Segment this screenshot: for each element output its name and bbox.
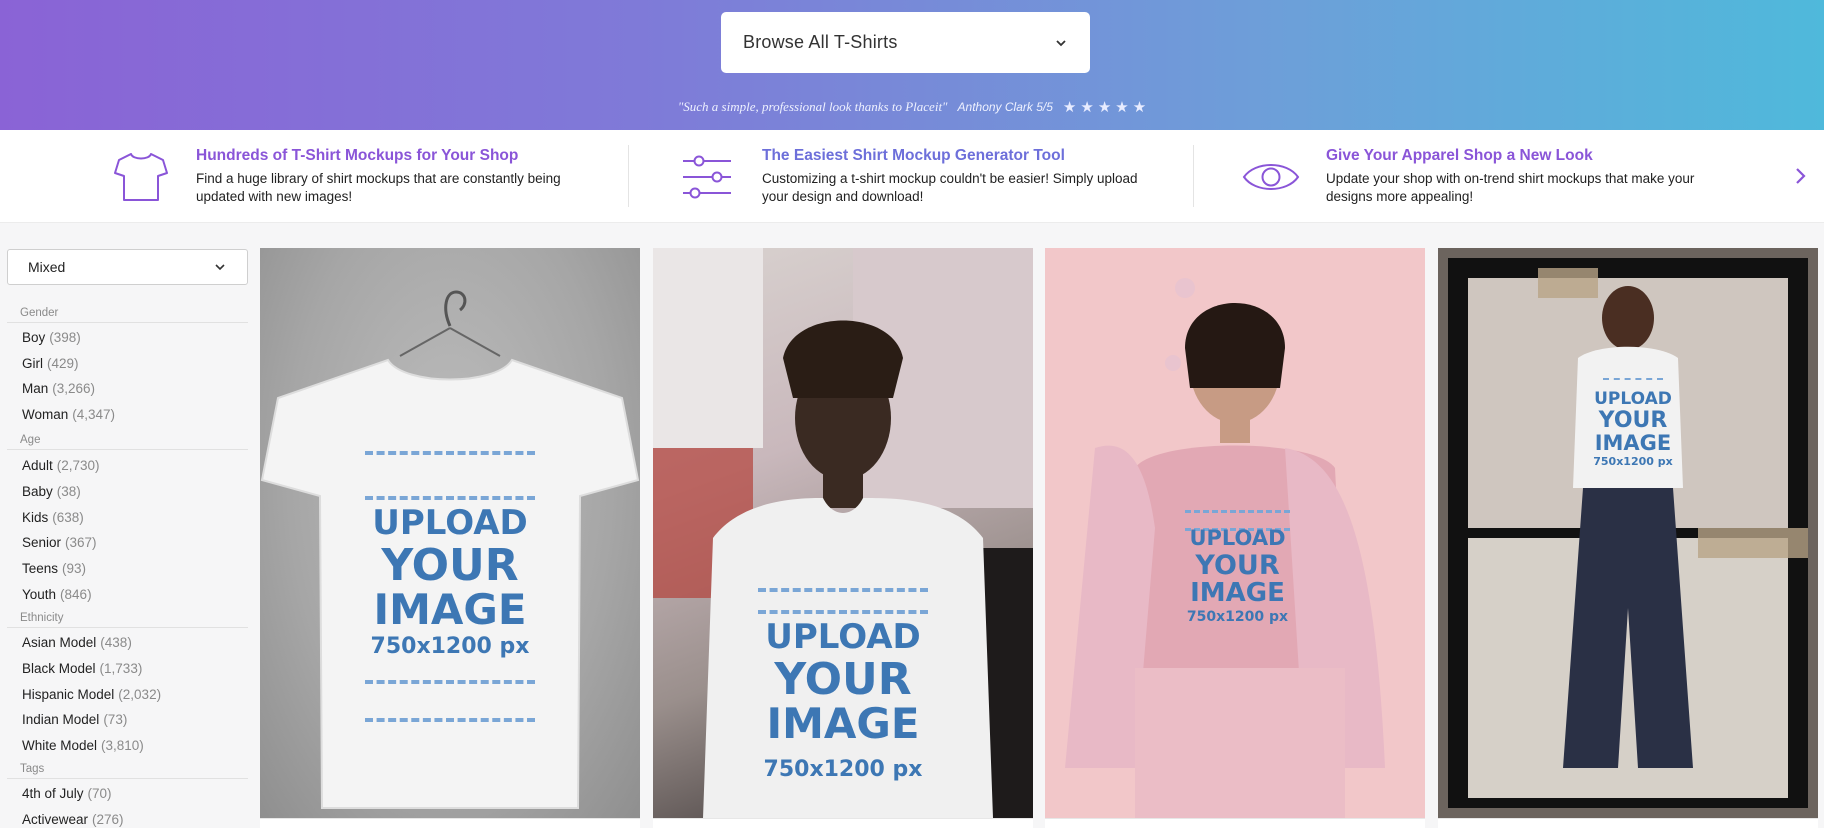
upload-line-4: 750x1200 px: [1186, 609, 1289, 625]
divider: [628, 145, 629, 207]
feature-text: Find a huge library of shirt mockups tha…: [196, 171, 561, 204]
filter-item[interactable]: Kids (638): [22, 510, 84, 525]
upload-line-4: 750x1200 px: [1593, 455, 1673, 468]
feature-title: Give Your Apparel Shop a New Look: [1326, 147, 1593, 164]
mockup-image: UPLOAD YOUR IMAGE 750x1200 px: [653, 248, 1033, 818]
upload-line-2: YOUR: [1195, 550, 1280, 581]
print-area-guide: [365, 680, 535, 684]
filter-item[interactable]: Youth (846): [22, 587, 92, 602]
browse-dropdown-label: Browse All T-Shirts: [743, 32, 898, 52]
upload-line-1: UPLOAD: [765, 617, 921, 657]
review-author: Anthony Clark 5/5: [957, 100, 1053, 114]
star-icon: ★: [1080, 99, 1094, 116]
filter-item[interactable]: Indian Model (73): [22, 712, 127, 727]
hero-banner: Browse All T-Shirts "Such a simple, prof…: [0, 0, 1824, 130]
sort-select[interactable]: Mixed: [7, 249, 248, 285]
filter-item[interactable]: Adult (2,730): [22, 458, 100, 473]
upload-line-2: YOUR: [381, 540, 519, 591]
filter-item[interactable]: 4th of July (70): [22, 786, 112, 801]
star-icon: ★: [1097, 99, 1112, 116]
sliders-icon: [683, 155, 731, 198]
mockup-card[interactable]: UPLOAD YOUR IMAGE 750x1200 px: [653, 248, 1033, 828]
feature-strip: Hundreds of T-Shirt Mockups for Your Sho…: [0, 130, 1824, 223]
upload-line-1: UPLOAD: [1594, 389, 1672, 409]
upload-line-1: UPLOAD: [372, 503, 528, 543]
feature-text: Customizing a t-shirt mockup couldn't be…: [762, 171, 1138, 204]
rating-stars: ★ ★ ★ ★ ★: [1063, 98, 1146, 116]
print-area-guide: [1185, 510, 1290, 513]
mockup-card[interactable]: UPLOAD YOUR IMAGE 750x1200 px: [1045, 248, 1425, 828]
print-area-guide: [758, 610, 928, 614]
mockup-image: UPLOAD YOUR IMAGE 750x1200 px: [260, 248, 640, 818]
upload-line-3: IMAGE: [1594, 431, 1672, 455]
mockup-card[interactable]: UPLOAD YOUR IMAGE 750x1200 px: [260, 248, 640, 828]
filter-item[interactable]: Asian Model (438): [22, 635, 132, 650]
star-icon: ★: [1062, 99, 1077, 116]
star-icon: ★: [1115, 99, 1129, 116]
filter-item[interactable]: White Model (3,810): [22, 738, 144, 753]
filter-heading-ethnicity: Ethnicity: [7, 612, 248, 628]
card-footer: [653, 818, 1033, 828]
chevron-down-icon: [1056, 39, 1066, 46]
upload-line-1: UPLOAD: [1189, 526, 1286, 550]
upload-line-3: IMAGE: [1190, 578, 1285, 608]
eye-icon: [1242, 163, 1300, 190]
upload-line-2: YOUR: [774, 654, 912, 705]
filter-heading-gender: Gender: [7, 307, 248, 323]
feature-item: Give Your Apparel Shop a New Look Update…: [1216, 130, 1706, 223]
filter-item[interactable]: Baby (38): [22, 484, 81, 499]
mockup-image: UPLOAD YOUR IMAGE 750x1200 px: [1438, 248, 1818, 818]
upload-line-3: IMAGE: [766, 699, 920, 748]
chevron-right-icon[interactable]: [1790, 166, 1810, 186]
card-footer: [1045, 818, 1425, 828]
collage-photo-graphic: [1438, 248, 1818, 818]
mockup-card[interactable]: UPLOAD YOUR IMAGE 750x1200 px: [1438, 248, 1818, 828]
card-footer: [260, 818, 640, 828]
upload-line-4: 750x1200 px: [763, 757, 923, 782]
star-icon: ★: [1132, 99, 1147, 116]
divider: [1193, 145, 1194, 207]
feature-text: Update your shop with on-trend shirt moc…: [1326, 171, 1695, 204]
print-area-guide: [365, 496, 535, 500]
filter-item[interactable]: Man (3,266): [22, 381, 95, 396]
filter-item[interactable]: Boy (398): [22, 330, 81, 345]
filter-item[interactable]: Woman (4,347): [22, 407, 115, 422]
print-area-guide: [1603, 378, 1663, 380]
chevron-down-icon: [215, 264, 225, 271]
review-line: "Such a simple, professional look thanks…: [0, 98, 1824, 116]
sort-select-value: Mixed: [28, 259, 66, 275]
filter-heading-age: Age: [7, 434, 248, 450]
upload-line-2: YOUR: [1598, 408, 1668, 433]
print-area-guide: [365, 718, 535, 722]
mockup-image: UPLOAD YOUR IMAGE 750x1200 px: [1045, 248, 1425, 818]
feature-item: Hundreds of T-Shirt Mockups for Your Sho…: [86, 130, 576, 223]
card-footer: [1438, 818, 1818, 828]
upload-line-3: IMAGE: [373, 585, 527, 634]
filter-item[interactable]: Black Model (1,733): [22, 661, 142, 676]
upload-line-4: 750x1200 px: [370, 634, 530, 659]
review-quote: "Such a simple, professional look thanks…: [677, 99, 948, 114]
filter-item[interactable]: Teens (93): [22, 561, 86, 576]
print-area-guide: [365, 451, 535, 455]
filter-item[interactable]: Girl (429): [22, 356, 79, 371]
filter-item[interactable]: Hispanic Model (2,032): [22, 687, 161, 702]
filter-sidebar: Mixed Gender Boy (398) Girl (429) Man (3,26…: [0, 223, 256, 828]
filter-item[interactable]: Senior (367): [22, 535, 97, 550]
feature-title: The Easiest Shirt Mockup Generator Tool: [762, 147, 1065, 164]
filter-heading-tags: Tags: [7, 763, 248, 779]
feature-item: The Easiest Shirt Mockup Generator Tool …: [652, 130, 1142, 223]
feature-title: Hundreds of T-Shirt Mockups for Your Sho…: [196, 147, 519, 164]
filter-item[interactable]: Activewear (276): [22, 812, 124, 827]
tshirt-icon: [114, 152, 168, 201]
browse-dropdown[interactable]: Browse All T-Shirts: [721, 12, 1090, 73]
print-area-guide: [758, 588, 928, 592]
